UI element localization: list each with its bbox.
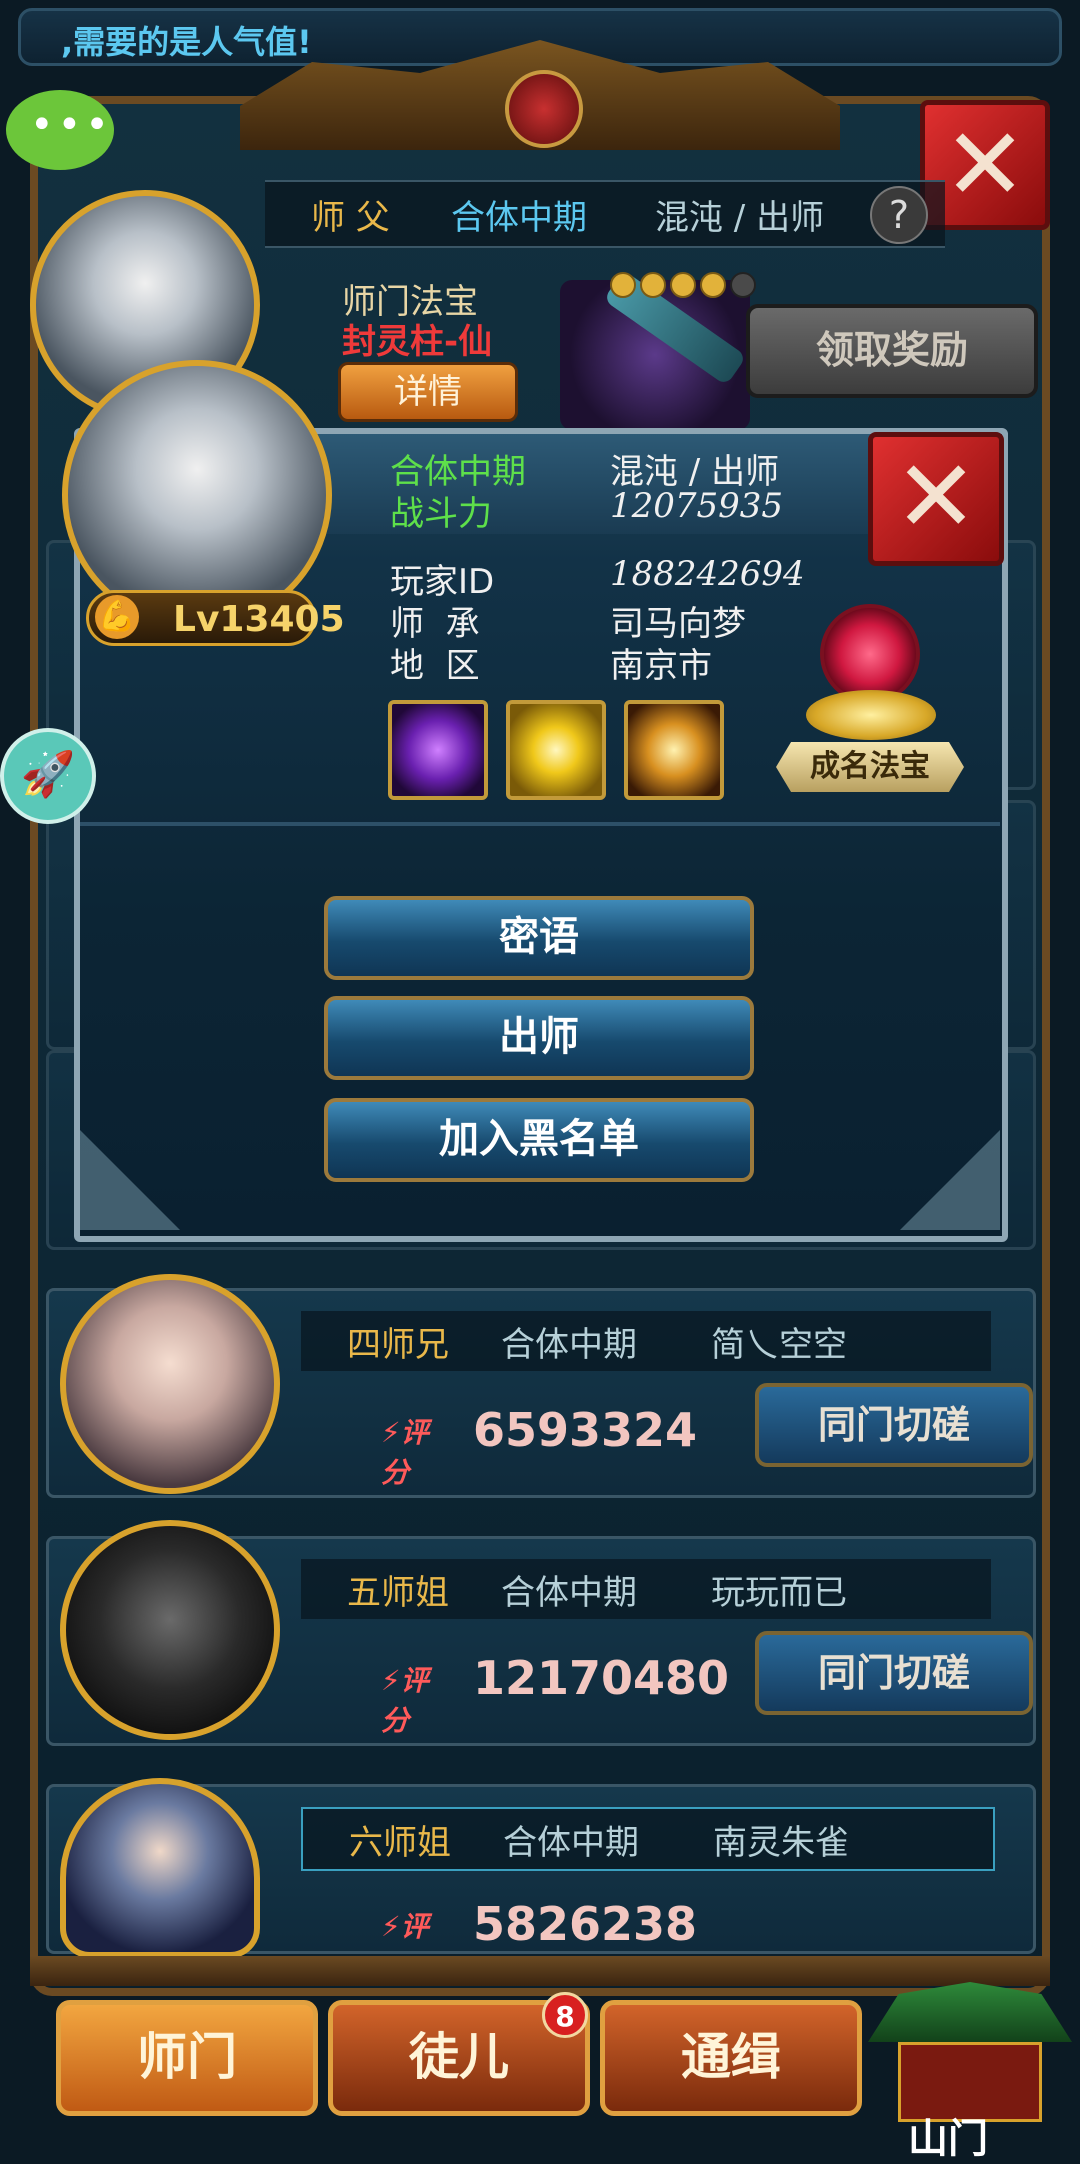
score-icon: ⚡评分 bbox=[381, 1664, 429, 1737]
golden-warrior-skill-icon[interactable] bbox=[624, 700, 724, 800]
row-avatar bbox=[60, 1274, 280, 1494]
add-blacklist-button[interactable]: 加入黑名单 bbox=[324, 1098, 754, 1182]
golden-eye-skill-icon[interactable] bbox=[506, 700, 606, 800]
row-name: 南灵朱雀 bbox=[713, 1823, 849, 1863]
popup-corner-decoration bbox=[900, 1130, 1000, 1230]
row-name: 玩玩而已 bbox=[711, 1573, 847, 1613]
close-popup-button[interactable]: ✕ bbox=[868, 432, 1004, 566]
popup-corner-decoration bbox=[80, 1130, 180, 1230]
level-badge: 💪 Lv13405 bbox=[86, 590, 345, 646]
popup-divider bbox=[80, 822, 1000, 826]
star-icon bbox=[610, 272, 636, 298]
tab-sect[interactable]: 师门 bbox=[56, 2000, 318, 2116]
sect-treasure-name: 封灵柱-仙 bbox=[342, 322, 493, 362]
close-x-icon: ✕ bbox=[894, 438, 978, 555]
duel-button[interactable]: 同门切磋 bbox=[755, 1383, 1033, 1467]
row-score: 5826238 bbox=[473, 1897, 698, 1951]
cloud-pedestal-icon bbox=[806, 690, 936, 740]
whisper-button[interactable]: 密语 bbox=[324, 896, 754, 980]
combat-power-label: 战斗力 bbox=[390, 494, 492, 534]
master-info-bar: 师 父 合体中期 混沌 / 出师 bbox=[265, 180, 945, 248]
duel-button[interactable]: 同门切磋 bbox=[755, 1631, 1033, 1715]
fame-treasure-label: 成名法宝 bbox=[776, 742, 964, 792]
treasure-pillar-image[interactable] bbox=[560, 280, 750, 430]
region-label: 地 区 bbox=[390, 646, 480, 686]
star-icon bbox=[700, 272, 726, 298]
fame-treasure-orb-icon[interactable] bbox=[820, 604, 920, 704]
row-score: 6593324 bbox=[473, 1403, 698, 1457]
treasure-star-rating bbox=[610, 272, 760, 302]
roof-emblem bbox=[505, 70, 583, 148]
combat-power-value: 12075935 bbox=[610, 486, 784, 526]
rocket-icon[interactable]: 🚀 bbox=[0, 728, 96, 824]
player-level: Lv13405 bbox=[173, 599, 345, 640]
row-realm: 合体中期 bbox=[501, 1573, 637, 1613]
chat-bubble-icon[interactable]: ••• bbox=[6, 90, 114, 170]
score-icon: ⚡评分 bbox=[381, 1910, 429, 1951]
master-realm: 合体中期 bbox=[451, 198, 587, 238]
row-rank: 五师姐 bbox=[347, 1573, 449, 1613]
master-name: 混沌 / 出师 bbox=[655, 198, 825, 238]
row-info-bar: 五师姐 合体中期 玩玩而已 bbox=[301, 1559, 991, 1619]
marquee-text: ,需要的是人气值! bbox=[61, 23, 312, 61]
help-icon[interactable]: ? bbox=[870, 186, 928, 244]
player-id-value: 188242694 bbox=[610, 554, 805, 594]
purple-rose-skill-icon[interactable] bbox=[388, 700, 488, 800]
row-rank: 六师姐 bbox=[349, 1823, 451, 1863]
row-name: 简乀空空 bbox=[711, 1325, 847, 1365]
score-icon: ⚡评分 bbox=[381, 1416, 429, 1489]
master-role: 师 父 bbox=[311, 198, 390, 238]
row-realm: 合体中期 bbox=[503, 1823, 639, 1863]
star-icon bbox=[640, 272, 666, 298]
notification-badge: 8 bbox=[542, 1992, 588, 2038]
claim-reward-button[interactable]: 领取奖励 bbox=[746, 304, 1038, 398]
star-icon bbox=[670, 272, 696, 298]
gate-label: 山门 bbox=[908, 2116, 988, 2162]
treasure-detail-button[interactable]: 详情 bbox=[338, 362, 518, 422]
row-avatar bbox=[60, 1520, 280, 1740]
region-value: 南京市 bbox=[610, 646, 712, 686]
strength-arm-icon: 💪 bbox=[95, 595, 139, 639]
gate-roof-icon bbox=[868, 1982, 1072, 2042]
row-realm: 合体中期 bbox=[501, 1325, 637, 1365]
row-score: 12170480 bbox=[473, 1651, 730, 1705]
tab-wanted[interactable]: 通缉 bbox=[600, 2000, 862, 2116]
star-empty-icon bbox=[730, 272, 756, 298]
row-info-bar: 六师姐 合体中期 南灵朱雀 bbox=[301, 1807, 995, 1871]
row-info-bar: 四师兄 合体中期 简乀空空 bbox=[301, 1311, 991, 1371]
graduate-button[interactable]: 出师 bbox=[324, 996, 754, 1080]
row-rank: 四师兄 bbox=[347, 1325, 449, 1365]
mountain-gate-button[interactable]: 山门 bbox=[868, 1982, 1072, 2162]
